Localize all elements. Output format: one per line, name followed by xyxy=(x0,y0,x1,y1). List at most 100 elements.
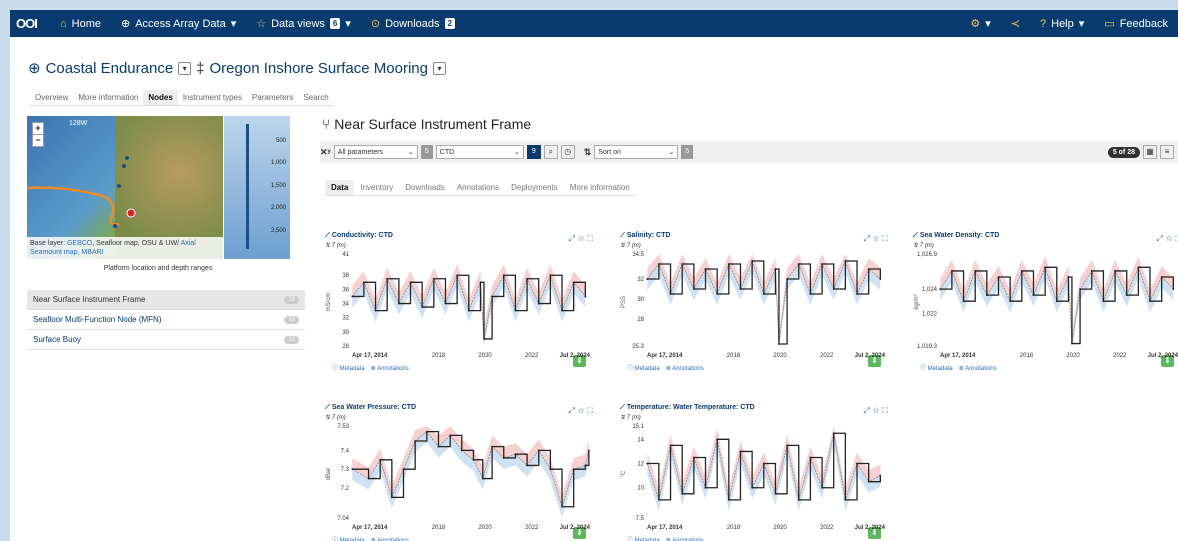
expand-icon[interactable]: ⤢ xyxy=(568,234,577,243)
fullscreen-icon[interactable]: ⛶ xyxy=(587,406,596,415)
panel-tab-more-information[interactable]: More information xyxy=(564,180,636,195)
nav-data-views[interactable]: ☆ Data views 6 ▾ xyxy=(246,17,361,31)
chart-title[interactable]: ⟋ Sea Water Density: CTD xyxy=(913,232,999,240)
search-button[interactable]: ⌕ xyxy=(543,145,558,159)
star-icon[interactable]: ☆ xyxy=(873,234,883,243)
data-point xyxy=(1102,300,1105,303)
data-point xyxy=(460,449,463,452)
panel-tab-deployments[interactable]: Deployments xyxy=(505,180,564,195)
platform-marker[interactable] xyxy=(117,184,121,188)
x-tick-label: Jul 2, 2024 xyxy=(1148,353,1178,359)
tab-parameters[interactable]: Parameters xyxy=(247,90,298,105)
tab-overview[interactable]: Overview xyxy=(30,90,73,105)
tab-nodes[interactable]: Nodes xyxy=(143,90,178,105)
nav-help[interactable]: ? Help ▾ xyxy=(1030,17,1094,31)
metadata-link[interactable]: Metadata xyxy=(340,366,365,372)
metadata-link[interactable]: Metadata xyxy=(635,366,660,372)
fullscreen-icon[interactable]: ⛶ xyxy=(587,234,596,243)
glider-track xyxy=(27,186,120,226)
parameter-count-button[interactable]: 5 xyxy=(420,145,433,159)
zoom-out-button[interactable]: − xyxy=(33,134,43,146)
platform-marker[interactable] xyxy=(113,224,117,228)
instrument-select[interactable]: CTD ⌄ xyxy=(435,145,524,159)
fullscreen-icon[interactable]: ⛶ xyxy=(882,406,891,415)
star-icon[interactable]: ☆ xyxy=(873,406,883,415)
expand-icon[interactable]: ⤢ xyxy=(1156,234,1165,243)
line-chart-icon: ⟋ xyxy=(620,404,627,411)
platform-map[interactable]: + − 128W Base layer: GEBCO, Seafloor map… xyxy=(27,116,223,259)
chart-plot[interactable]: 15.1 14 12 10 7.5 °C Apr 17, 2014 2018 2020 2022 J… xyxy=(617,422,893,532)
data-point xyxy=(786,444,788,447)
nav-settings[interactable]: ⚙ ▾ xyxy=(960,17,1000,30)
sort-select[interactable]: Sort on ⌄ xyxy=(594,145,679,159)
data-point xyxy=(379,458,382,461)
panel-tab-downloads[interactable]: Downloads xyxy=(399,180,451,195)
chart-plot[interactable]: 41 38 36 34 32 30 28 mS/cm Apr 17, 2014 2018 2020 2… xyxy=(322,250,598,360)
node-name: Seafloor Multi-Function Node (MFN) xyxy=(33,315,162,324)
y-tick-label: 7.04 xyxy=(337,516,349,522)
panel-tab-annotations[interactable]: Annotations xyxy=(451,180,505,195)
tab-instrument-types[interactable]: Instrument types xyxy=(178,90,247,105)
chart-depth-text: 7 (m) xyxy=(331,243,346,249)
site-dropdown-button[interactable]: ▾ xyxy=(432,61,446,75)
platform-marker[interactable] xyxy=(122,164,126,168)
instrument-count-button[interactable]: 9 xyxy=(526,145,541,159)
clear-filter-icon[interactable]: ✕ʸ xyxy=(320,147,331,158)
annotations-link[interactable]: Annotations xyxy=(672,366,704,372)
chart-plot[interactable]: 34.5 32 30 28 25.3 PSS Apr 17, 2014 2018 2020 202… xyxy=(617,250,893,360)
gebco-link[interactable]: GEBCO xyxy=(67,240,92,247)
x-tick-label: Jul 2, 2024 xyxy=(560,525,591,531)
expand-icon[interactable]: ⤢ xyxy=(863,406,872,415)
grid-view-button[interactable]: ▦ xyxy=(1143,145,1157,159)
chart-title[interactable]: ⟋ Conductivity: CTD xyxy=(325,232,393,240)
parameter-select[interactable]: All parameters ⌄ xyxy=(333,145,418,159)
list-view-button[interactable]: ≡ xyxy=(1160,145,1174,159)
nav-access-array-data[interactable]: ⊕ Access Array Data ▾ xyxy=(111,17,246,31)
caret-down-icon: ▾ xyxy=(985,18,991,30)
star-icon[interactable]: ☆ xyxy=(578,406,588,415)
nav-share[interactable]: ≺ xyxy=(1001,17,1030,30)
data-point xyxy=(1079,288,1081,291)
fullscreen-icon[interactable]: ⛶ xyxy=(882,234,891,243)
node-item[interactable]: Surface Buoy 13 xyxy=(27,330,305,350)
metadata-link[interactable]: Metadata xyxy=(928,366,953,372)
node-item[interactable]: Near Surface Instrument Frame 28 xyxy=(27,290,305,310)
star-icon[interactable]: ☆ xyxy=(1166,234,1176,243)
selected-platform-marker[interactable] xyxy=(126,208,136,218)
data-point xyxy=(1009,300,1012,303)
node-item[interactable]: Seafloor Multi-Function Node (MFN) 23 xyxy=(27,310,305,330)
history-button[interactable]: ◷ xyxy=(560,145,575,159)
site-name: Oregon Inshore Surface Mooring xyxy=(209,59,428,77)
y-tick-label: 32 xyxy=(637,277,644,283)
nav-feedback[interactable]: ▭ Feedback xyxy=(1094,17,1178,31)
chart-title[interactable]: ⟋ Sea Water Pressure: CTD xyxy=(325,404,416,412)
data-point xyxy=(716,438,719,441)
panel-tab-data[interactable]: Data xyxy=(325,180,355,195)
annotations-link[interactable]: Annotations xyxy=(965,366,997,372)
data-point xyxy=(514,309,517,312)
caret-down-icon: ▾ xyxy=(230,18,237,30)
platform-marker[interactable] xyxy=(125,156,129,160)
chart-plot[interactable]: 1,026.9 1,024 1,022 1,019.3 kg/m³ Apr 17, 201… xyxy=(910,250,1178,360)
expand-icon[interactable]: ⤢ xyxy=(568,406,577,415)
nav-home[interactable]: ⌂ Home xyxy=(50,18,111,30)
data-point xyxy=(351,295,354,298)
data-point xyxy=(844,498,847,501)
x-tick-label: Jul 2, 2024 xyxy=(560,353,591,359)
panel-tab-inventory[interactable]: Inventory xyxy=(354,180,399,195)
zoom-in-button[interactable]: + xyxy=(33,123,43,134)
tab-more-information[interactable]: More information xyxy=(73,90,143,105)
chart-depth: ⇅ 7 (m) xyxy=(620,242,641,249)
chart-title[interactable]: ⟋ Salinity: CTD xyxy=(620,232,670,240)
ooi-logo[interactable]: OOI xyxy=(10,16,50,31)
nav-downloads[interactable]: ⊙ Downloads 2 xyxy=(361,17,465,30)
nav-home-label: Home xyxy=(71,17,101,30)
array-dropdown-button[interactable]: ▾ xyxy=(178,61,192,75)
star-icon[interactable]: ☆ xyxy=(578,234,588,243)
sort-count-button[interactable]: 5 xyxy=(681,145,694,159)
chart-title[interactable]: ⟋ Temperature: Water Temperature: CTD xyxy=(620,404,755,412)
annotations-link[interactable]: Annotations xyxy=(377,366,409,372)
chart-plot[interactable]: 7.53 7.4 7.3 7.2 7.04 dBar Apr 17, 2014 2018 202… xyxy=(322,422,598,532)
tab-search[interactable]: Search xyxy=(298,90,333,105)
expand-icon[interactable]: ⤢ xyxy=(863,234,872,243)
